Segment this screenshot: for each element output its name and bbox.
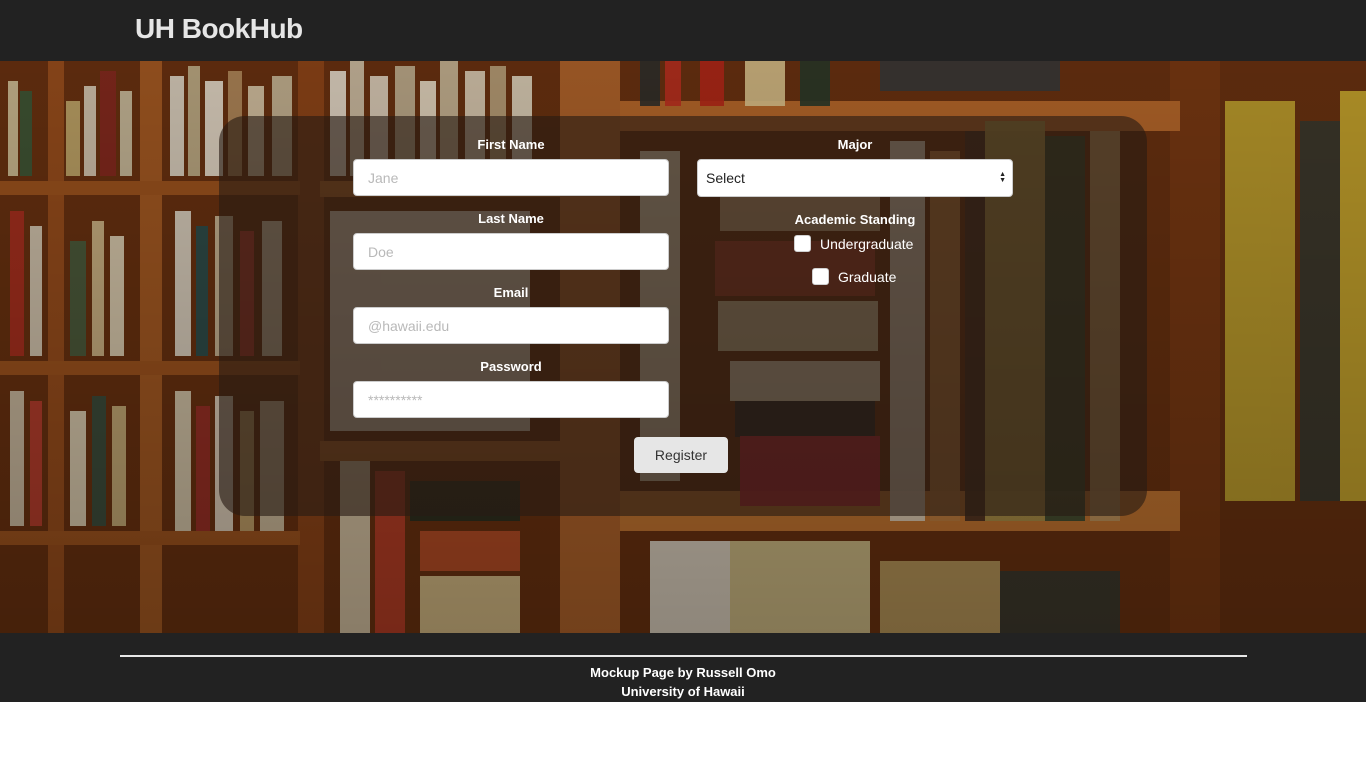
undergraduate-label: Undergraduate [820,235,914,252]
footer-university: University of Hawaii [621,684,745,699]
academic-standing-label: Academic Standing [794,212,916,227]
first-name-input[interactable] [353,159,669,196]
first-name-label: First Name [477,137,545,152]
last-name-input[interactable] [353,233,669,270]
registration-form-panel: First Name Last Name Email Password Majo… [219,116,1147,516]
select-arrows-icon: ▲ ▼ [999,171,1006,184]
footer: Mockup Page by Russell Omo University of… [0,633,1366,702]
footer-credit: Mockup Page by Russell Omo [590,665,776,680]
major-select-value: Select [706,170,745,186]
register-button[interactable]: Register [634,437,728,473]
graduate-label: Graduate [838,268,897,285]
password-input[interactable] [353,381,669,418]
footer-divider [120,655,1247,657]
undergraduate-checkbox[interactable] [794,235,811,252]
brand-title[interactable]: UH BookHub [135,13,303,45]
undergraduate-option[interactable]: Undergraduate [794,235,913,252]
email-label: Email [493,285,529,300]
last-name-label: Last Name [478,211,544,226]
email-input[interactable] [353,307,669,344]
major-label: Major [837,137,873,152]
graduate-checkbox[interactable] [812,268,829,285]
hero-background: First Name Last Name Email Password Majo… [0,61,1366,633]
graduate-option[interactable]: Graduate [812,268,896,285]
navbar: UH BookHub [0,0,1366,61]
major-select[interactable]: Select ▲ ▼ [697,159,1013,197]
password-label: Password [480,359,542,374]
